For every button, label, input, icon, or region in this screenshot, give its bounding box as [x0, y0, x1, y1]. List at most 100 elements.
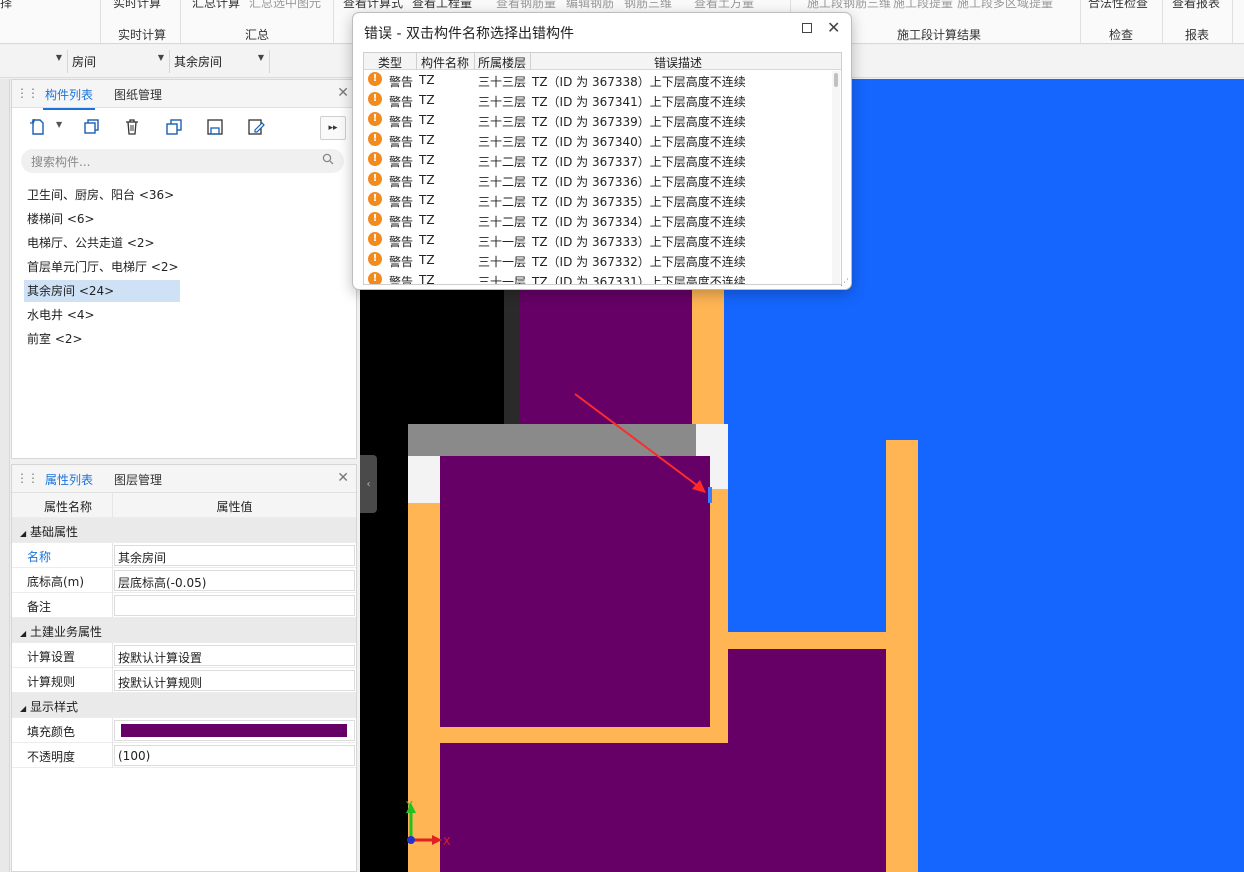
- property-elevation-field[interactable]: 层底标高(-0.05): [114, 570, 355, 591]
- error-component-name[interactable]: TZ: [419, 193, 435, 207]
- column-divider[interactable]: [530, 53, 531, 70]
- maximize-icon[interactable]: [802, 23, 812, 33]
- delete-component-button[interactable]: [119, 114, 145, 140]
- tab-component-list[interactable]: 构件列表: [42, 86, 96, 110]
- component-list-item[interactable]: 卫生间、厨房、阳台 <36>: [24, 184, 180, 206]
- error-row[interactable]: ! 警告 TZ 三十一层 TZ（ID 为 367333）上下层高度不连续: [364, 230, 841, 250]
- new-component-button[interactable]: [25, 114, 51, 140]
- property-name-field[interactable]: 其余房间: [114, 545, 355, 566]
- grey-beam[interactable]: [408, 424, 712, 456]
- edit-component-button[interactable]: [243, 114, 269, 140]
- ribbon-btn-view-formula[interactable]: 查看计算式: [343, 0, 403, 11]
- collapse-panel-handle[interactable]: ‹: [360, 455, 377, 513]
- room-main[interactable]: [440, 456, 710, 727]
- error-row[interactable]: ! 警告 TZ 三十三层 TZ（ID 为 367340）上下层高度不连续: [364, 130, 841, 150]
- search-icon[interactable]: [322, 153, 334, 168]
- scrollbar-thumb[interactable]: [834, 73, 838, 87]
- ribbon-btn-rebar-3d[interactable]: 钢筋三维: [624, 0, 672, 11]
- white-block-left[interactable]: [408, 456, 440, 503]
- ribbon-btn-validity-check[interactable]: 合法性检查: [1088, 0, 1148, 11]
- tab-layer-management[interactable]: 图层管理: [114, 471, 162, 488]
- component-list-item[interactable]: 楼梯间 <6>: [24, 208, 180, 230]
- component-list-item[interactable]: 前室 <2>: [24, 328, 180, 350]
- error-row[interactable]: ! 警告 TZ 三十三层 TZ（ID 为 367339）上下层高度不连续: [364, 110, 841, 130]
- error-row[interactable]: ! 警告 TZ 三十二层 TZ（ID 为 367337）上下层高度不连续: [364, 150, 841, 170]
- component-list-item[interactable]: 其余房间 <24>: [24, 280, 180, 302]
- save-component-button[interactable]: [202, 114, 228, 140]
- ribbon-btn-view-report[interactable]: 查看报表: [1172, 0, 1220, 11]
- error-table-scrollbar[interactable]: [832, 71, 840, 284]
- close-icon[interactable]: ✕: [827, 18, 840, 37]
- ribbon-btn-realtime-calc[interactable]: 实时计算: [113, 0, 161, 11]
- wall-horizontal-lower[interactable]: [440, 727, 728, 743]
- floor-combo[interactable]: ▼: [0, 50, 68, 73]
- resize-grip-icon[interactable]: ⋰: [840, 278, 849, 288]
- error-component-name[interactable]: TZ: [419, 113, 435, 127]
- fill-color-swatch[interactable]: [121, 724, 347, 737]
- error-component-name[interactable]: TZ: [419, 73, 435, 87]
- column-divider[interactable]: [474, 53, 475, 70]
- tab-drawing-management[interactable]: 图纸管理: [114, 86, 162, 103]
- ribbon-btn-summary-selected[interactable]: 汇总选中图元: [249, 0, 321, 11]
- error-component-name[interactable]: TZ: [419, 273, 435, 284]
- ribbon-btn-stage-rebar-3d[interactable]: 施工段钢筋三维: [807, 0, 891, 11]
- component-search-input[interactable]: 搜索构件...: [21, 149, 344, 173]
- warning-icon: !: [368, 272, 382, 284]
- room-lower[interactable]: [440, 743, 886, 872]
- col-description[interactable]: 错误描述: [654, 54, 702, 71]
- ribbon-btn-view-quantity[interactable]: 查看工程量: [412, 0, 472, 11]
- component-combo[interactable]: 其余房间 ▼: [170, 50, 270, 73]
- wall-mid-vertical[interactable]: [710, 489, 728, 727]
- error-row[interactable]: ! 警告 TZ 三十二层 TZ（ID 为 367336）上下层高度不连续: [364, 170, 841, 190]
- ribbon-btn-view-earth[interactable]: 查看土方量: [694, 0, 754, 11]
- property-note-field[interactable]: [114, 595, 355, 616]
- tab-property-list[interactable]: 属性列表: [42, 471, 96, 495]
- drag-grip-icon[interactable]: ⋮⋮: [16, 86, 39, 100]
- close-icon[interactable]: ✕: [337, 85, 349, 101]
- error-row[interactable]: ! 警告 TZ 三十一层 TZ（ID 为 367332）上下层高度不连续: [364, 250, 841, 270]
- error-row[interactable]: ! 警告 TZ 三十二层 TZ（ID 为 367334）上下层高度不连续: [364, 210, 841, 230]
- chevron-down-icon[interactable]: ▼: [56, 120, 62, 129]
- error-component-name[interactable]: TZ: [419, 173, 435, 187]
- drag-grip-icon[interactable]: ⋮⋮: [16, 471, 39, 485]
- group-basic-properties[interactable]: ◢ 基础属性: [12, 518, 356, 543]
- ribbon-btn-view-rebar[interactable]: 查看钢筋量: [496, 0, 556, 11]
- ribbon-btn-summary-calc[interactable]: 汇总计算: [192, 0, 240, 11]
- ribbon-btn-stage-quantity[interactable]: 施工段提量: [893, 0, 953, 11]
- ribbon-btn-stage-multi-area[interactable]: 施工段多区域提量: [957, 0, 1053, 11]
- group-display-style[interactable]: ◢ 显示样式: [12, 693, 356, 718]
- ribbon-btn-edit-rebar[interactable]: 编辑钢筋: [566, 0, 614, 11]
- error-component-name[interactable]: TZ: [419, 233, 435, 247]
- group-civil-properties[interactable]: ◢ 土建业务属性: [12, 618, 356, 643]
- error-row[interactable]: ! 警告 TZ 三十二层 TZ（ID 为 367335）上下层高度不连续: [364, 190, 841, 210]
- error-row[interactable]: ! 警告 TZ 三十三层 TZ（ID 为 367341）上下层高度不连续: [364, 90, 841, 110]
- error-component-name[interactable]: TZ: [419, 253, 435, 267]
- ribbon-item-partial[interactable]: 择: [0, 0, 12, 11]
- component-list-item[interactable]: 电梯厅、公共走道 <2>: [24, 232, 180, 254]
- more-tools-button[interactable]: ▸▸: [320, 116, 346, 140]
- property-calc-rule-field[interactable]: 按默认计算规则: [114, 670, 355, 691]
- error-component-name[interactable]: TZ: [419, 153, 435, 167]
- error-row[interactable]: ! 警告 TZ 三十三层 TZ（ID 为 367338）上下层高度不连续: [364, 70, 841, 90]
- property-fill-color-field[interactable]: [114, 720, 355, 741]
- property-opacity-field[interactable]: (100): [114, 745, 355, 766]
- col-floor[interactable]: 所属楼层: [478, 54, 526, 71]
- col-type[interactable]: 类型: [378, 54, 402, 71]
- error-component-name[interactable]: TZ: [419, 133, 435, 147]
- component-list-item[interactable]: 水电井 <4>: [24, 304, 180, 326]
- error-component-name[interactable]: TZ: [419, 93, 435, 107]
- wall-horizontal-right[interactable]: [710, 632, 886, 649]
- error-component-name[interactable]: TZ: [419, 213, 435, 227]
- category-combo[interactable]: 房间 ▼: [68, 50, 170, 73]
- duplicate-component-button[interactable]: [161, 114, 187, 140]
- error-row[interactable]: ! 警告 TZ 三十一层 TZ（ID 为 367331）上下层高度不连续: [364, 270, 841, 284]
- wall-right-vertical[interactable]: [886, 440, 918, 872]
- component-list-item[interactable]: 首层单元门厅、电梯厅 <2>: [24, 256, 180, 278]
- close-icon[interactable]: ✕: [337, 470, 349, 486]
- error-element-marker[interactable]: [708, 487, 712, 503]
- copy-component-button[interactable]: [79, 114, 105, 140]
- wall-left-vertical[interactable]: [408, 503, 440, 872]
- col-component-name[interactable]: 构件名称: [421, 54, 469, 71]
- property-calc-setting-field[interactable]: 按默认计算设置: [114, 645, 355, 666]
- column-divider[interactable]: [416, 53, 417, 70]
